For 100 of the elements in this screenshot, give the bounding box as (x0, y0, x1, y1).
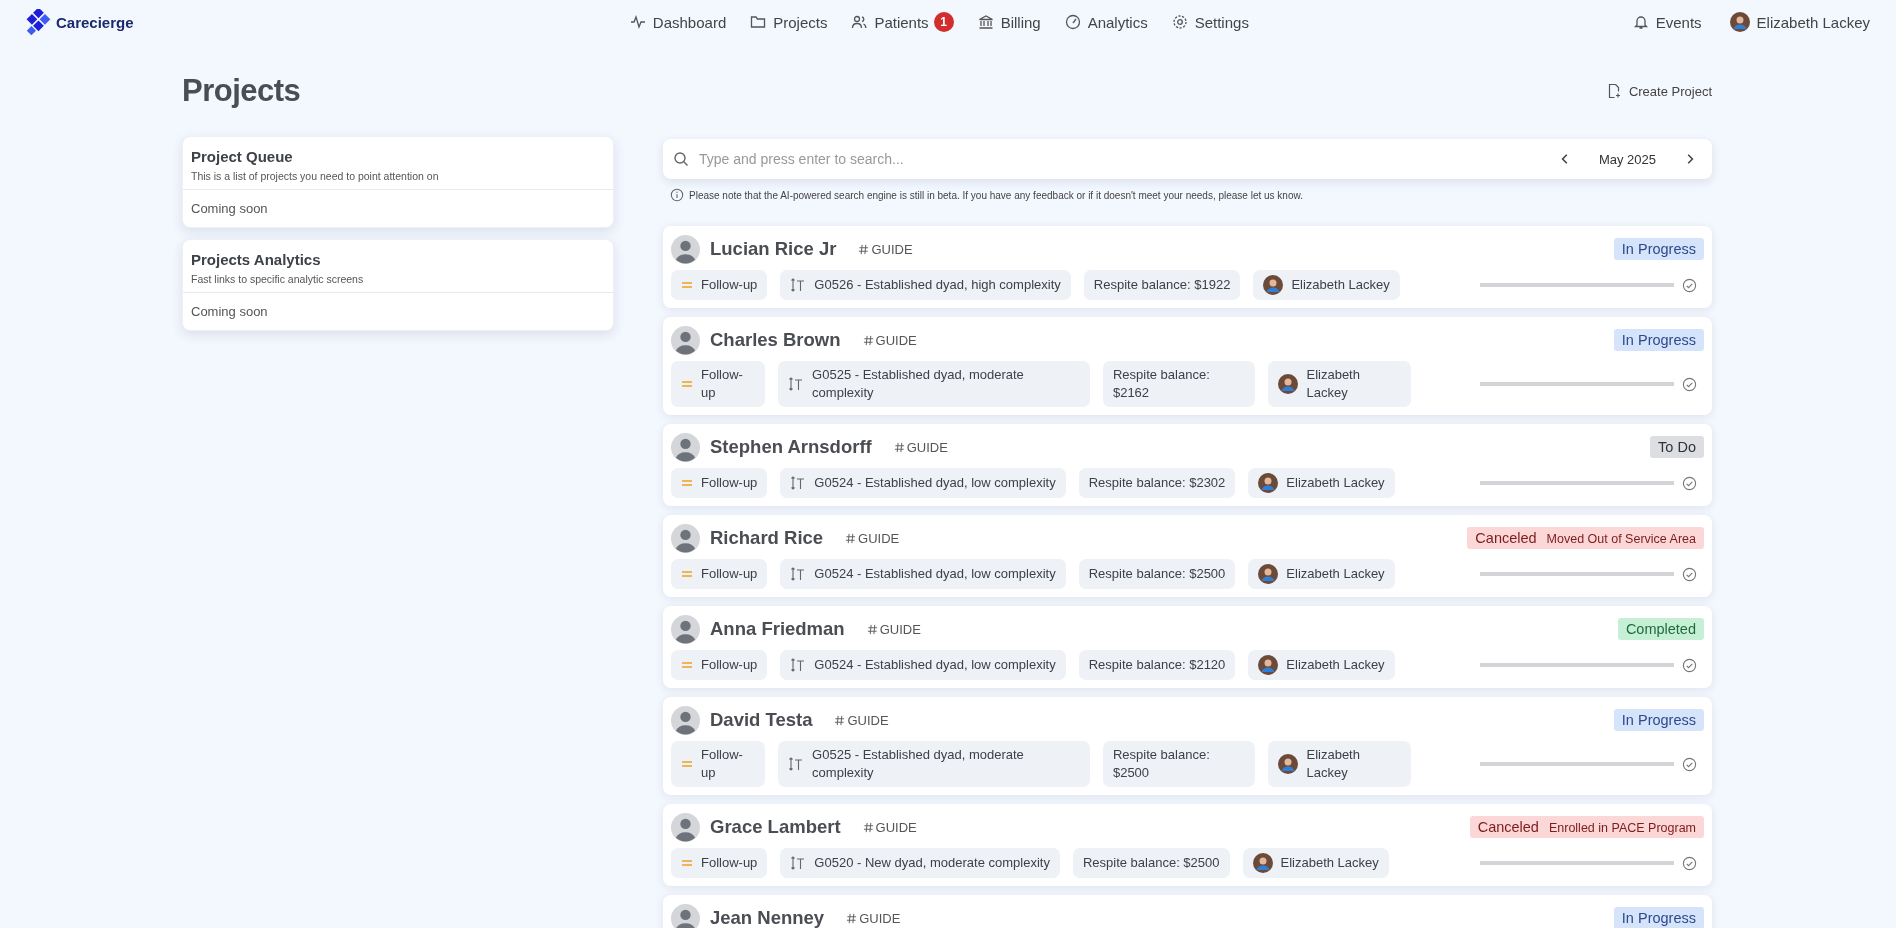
assignee-chip: Elizabeth Lackey (1268, 741, 1411, 787)
pulse-icon (629, 14, 646, 30)
nav-link[interactable]: Settings (1171, 12, 1249, 32)
status-badge: Completed (1617, 618, 1704, 640)
logo-icon (26, 9, 52, 35)
assignee-chip: Elizabeth Lackey (1268, 361, 1411, 407)
user-menu[interactable]: Elizabeth Lackey (1729, 12, 1870, 32)
avatar-icon (1278, 754, 1299, 774)
avatar-icon (1263, 275, 1284, 295)
status-badge: In Progress (1613, 238, 1704, 260)
patient-name[interactable]: Charles Brown (710, 329, 841, 351)
nav-link[interactable]: Dashboard (629, 12, 727, 32)
type-chip: Follow-up (671, 741, 766, 787)
program-tag: GUIDE (875, 332, 917, 348)
nav-link[interactable]: Patients 1 (851, 12, 954, 32)
create-project-button[interactable]: Create Project (1605, 79, 1712, 103)
project-card[interactable]: Anna Friedman GUIDE Completed Follow-up G0524 - Established dyad, low complexity Respite balance: $2120 Elizabeth Lackey (663, 606, 1712, 688)
patient-name[interactable]: Lucian Rice Jr (710, 238, 837, 260)
project-card[interactable]: David Testa GUIDE In Progress Follow-up G0525 - Established dyad, moderate complexity Respite balance: $2500 Elizabeth Lackey (663, 697, 1712, 795)
events-link[interactable]: Events (1632, 12, 1702, 32)
patient-name[interactable]: Stephen Arnsdorff (710, 436, 872, 458)
search-field[interactable]: Type and press enter to search... (697, 150, 1547, 168)
hash-icon (862, 334, 874, 346)
status-badge: In Progress (1613, 709, 1704, 731)
equals-icon (681, 660, 693, 670)
patient-name[interactable]: Jean Nenney (710, 907, 825, 928)
card-body-text: Coming soon (190, 303, 269, 321)
beta-notice: Please note that the AI-powered search engine is still in beta. If you have any feedback or if it doesn't meet your needs, please let us know. (689, 189, 1303, 201)
info-icon (670, 188, 684, 202)
code-chip: G0525 - Established dyad, moderate complexity (778, 361, 1090, 407)
equals-icon (681, 379, 693, 389)
text-height-icon (788, 376, 805, 392)
hash-icon (845, 532, 857, 544)
type-chip: Follow-up (671, 361, 766, 407)
patient-avatar-icon (671, 234, 700, 264)
project-card[interactable]: Jean Nenney GUIDE In Progress (663, 895, 1712, 928)
text-height-icon (790, 657, 807, 673)
avatar-icon (1278, 374, 1299, 394)
bell-icon (1632, 14, 1649, 30)
patient-avatar-icon (671, 705, 700, 735)
avatar-icon (1729, 12, 1750, 32)
users-icon (851, 14, 868, 30)
patient-avatar-icon (671, 325, 700, 355)
status-badge: In Progress (1613, 329, 1704, 351)
status-badge: To Do (1650, 436, 1704, 458)
nav-link[interactable]: Billing (977, 12, 1041, 32)
check-circle-icon (1682, 855, 1697, 871)
program-tag: GUIDE (859, 910, 901, 926)
balance-chip: Respite balance: $1922 (1083, 270, 1241, 300)
page-title: Projects (182, 73, 301, 109)
text-height-icon (790, 855, 807, 871)
count-badge: 1 (933, 12, 954, 32)
program-tag: GUIDE (875, 819, 917, 835)
card-description: Fast links to specific analytic screens (191, 273, 365, 285)
patient-name[interactable]: David Testa (710, 709, 813, 731)
search-bar[interactable]: Type and press enter to search... May 2025 (663, 139, 1712, 179)
text-height-icon (790, 566, 807, 582)
card-title: Project Queue (191, 148, 294, 165)
project-card[interactable]: Lucian Rice Jr GUIDE In Progress Follow-up G0526 - Established dyad, high complexity Respite balance: $1922 Elizabeth Lackey (663, 226, 1712, 308)
assignee-chip: Elizabeth Lackey (1253, 270, 1400, 300)
project-card[interactable]: Richard Rice GUIDE Canceled Moved Out of Service Area Follow-up G0524 - Established dyad, low complexity Respite balance: $2500 Elizabeth Lackey (663, 515, 1712, 597)
patient-name[interactable]: Richard Rice (710, 527, 824, 549)
code-chip: G0524 - Established dyad, low complexity (780, 559, 1066, 589)
patient-avatar-icon (671, 812, 700, 842)
balance-chip: Respite balance: $2120 (1078, 650, 1236, 680)
project-card[interactable]: Stephen Arnsdorff GUIDE To Do Follow-up G0524 - Established dyad, low complexity Respite balance: $2302 Elizabeth Lackey (663, 424, 1712, 506)
hash-icon (834, 714, 846, 726)
code-chip: G0524 - Established dyad, low complexity (780, 650, 1066, 680)
text-height-icon (790, 277, 807, 293)
hash-icon (862, 821, 874, 833)
month-label: May 2025 (1597, 151, 1657, 167)
card-title: Projects Analytics (191, 251, 322, 268)
patient-name[interactable]: Grace Lambert (710, 816, 841, 838)
equals-icon (681, 478, 693, 488)
code-chip: G0520 - New dyad, moderate complexity (780, 848, 1060, 878)
hash-icon (866, 623, 878, 635)
balance-chip: Respite balance: $2500 (1072, 848, 1230, 878)
nav-link[interactable]: Projects (750, 12, 828, 32)
gauge-icon (1064, 14, 1081, 30)
program-tag: GUIDE (906, 439, 948, 455)
nav-link[interactable]: Analytics (1064, 12, 1148, 32)
program-tag: GUIDE (879, 621, 921, 637)
project-card[interactable]: Grace Lambert GUIDE Canceled Enrolled in PACE Program Follow-up G0520 - New dyad, moderate complexity Respite balance: $2500 Elizabeth Lackey (663, 804, 1712, 886)
avatar-icon (1252, 853, 1273, 873)
patient-name[interactable]: Anna Friedman (710, 618, 845, 640)
text-height-icon (788, 756, 805, 772)
type-chip: Follow-up (671, 650, 768, 680)
check-circle-icon (1682, 657, 1697, 673)
program-tag: GUIDE (858, 530, 900, 546)
status-badge: Canceled Enrolled in PACE Program (1469, 816, 1704, 838)
hash-icon (893, 441, 905, 453)
equals-icon (681, 569, 693, 579)
program-tag: GUIDE (871, 241, 913, 257)
type-chip: Follow-up (671, 559, 768, 589)
bank-icon (977, 14, 994, 30)
balance-chip: Respite balance: $2302 (1078, 468, 1236, 498)
assignee-chip: Elizabeth Lackey (1242, 848, 1389, 878)
code-chip: G0524 - Established dyad, low complexity (780, 468, 1066, 498)
project-card[interactable]: Charles Brown GUIDE In Progress Follow-up G0525 - Established dyad, moderate complexity Respite balance: $2162 Elizabeth Lackey (663, 317, 1712, 415)
check-circle-icon (1682, 475, 1697, 491)
